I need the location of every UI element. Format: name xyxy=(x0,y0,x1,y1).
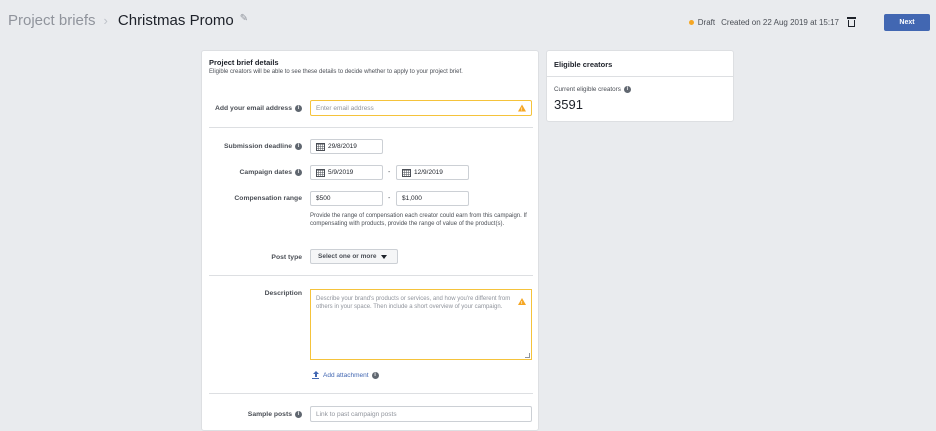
add-attachment-label: Add attachment xyxy=(323,371,369,379)
post-type-label: Post type xyxy=(271,254,302,261)
sample-posts-label-text: Sample posts xyxy=(247,411,292,418)
breadcrumb-project-briefs[interactable]: Project briefs xyxy=(8,12,96,29)
status-area: Draft Created on 22 Aug 2019 at 15:17 xyxy=(688,17,856,27)
calendar-icon xyxy=(316,168,325,177)
divider xyxy=(209,127,533,128)
page-title: Christmas Promo xyxy=(117,12,234,29)
warning-icon: ! xyxy=(518,104,526,112)
campaign-start-field[interactable]: 5/9/2019 xyxy=(310,165,383,180)
top-bar: Project briefs › Christmas Promo ✎ Draft… xyxy=(0,0,936,42)
deadline-label: Submission deadline i xyxy=(224,143,302,150)
divider xyxy=(209,393,533,394)
divider xyxy=(209,275,533,276)
sample-posts-placeholder: Link to past campaign posts xyxy=(316,410,397,418)
description-label-text: Description xyxy=(264,290,302,297)
eligible-creators-title: Eligible creators xyxy=(554,60,613,69)
date-range-separator: - xyxy=(388,169,391,176)
compensation-label: Compensation range xyxy=(234,195,302,202)
created-timestamp: Created on 22 Aug 2019 at 15:17 xyxy=(721,17,839,27)
compensation-max-field[interactable]: $1,000 xyxy=(396,191,469,206)
info-icon[interactable]: i xyxy=(295,169,302,176)
eligible-creators-count: 3591 xyxy=(554,97,583,112)
compensation-help-text: Provide the range of compensation each c… xyxy=(310,213,527,228)
campaign-end-field[interactable]: 12/9/2019 xyxy=(396,165,469,180)
deadline-date-field[interactable]: 29/8/2019 xyxy=(310,139,383,154)
deadline-label-text: Submission deadline xyxy=(224,143,292,150)
info-icon[interactable]: i xyxy=(295,105,302,112)
email-field[interactable]: Enter email address ! xyxy=(310,100,532,116)
trash-icon[interactable] xyxy=(847,17,856,27)
status-dot-icon xyxy=(688,19,694,25)
caret-down-icon xyxy=(380,254,387,259)
pencil-icon[interactable]: ✎ xyxy=(240,13,248,24)
compensation-max-value: $1,000 xyxy=(402,195,422,202)
breadcrumb: Project briefs › Christmas Promo ✎ xyxy=(8,12,248,29)
campaign-dates-label: Campaign dates i xyxy=(239,169,302,176)
info-icon[interactable]: i xyxy=(623,86,631,93)
description-textarea[interactable]: Describe your brand's products or servic… xyxy=(310,289,532,360)
description-placeholder: Describe your brand's products or servic… xyxy=(316,296,511,311)
email-placeholder: Enter email address xyxy=(316,104,374,112)
eligible-creators-label: Current eligible creators i xyxy=(554,86,631,93)
campaign-end-value: 12/9/2019 xyxy=(414,169,443,176)
calendar-icon xyxy=(402,168,411,177)
info-icon[interactable]: i xyxy=(295,411,302,418)
campaign-start-value: 5/9/2019 xyxy=(328,169,354,176)
campaign-dates-label-text: Campaign dates xyxy=(239,169,293,176)
project-brief-card: Project brief details Eligible creators … xyxy=(201,50,539,431)
info-icon[interactable]: i xyxy=(371,371,379,379)
compensation-min-field[interactable]: $500 xyxy=(310,191,383,206)
eligible-creators-label-text: Current eligible creators xyxy=(554,86,621,93)
card-title: Project brief details xyxy=(209,58,279,67)
info-icon[interactable]: i xyxy=(295,143,302,150)
post-type-select[interactable]: Select one or more xyxy=(310,249,398,264)
status-badge: Draft xyxy=(697,17,716,27)
card-subtitle: Eligible creators will be able to see th… xyxy=(209,69,463,75)
description-label: Description xyxy=(265,290,302,297)
next-button[interactable]: Next xyxy=(884,14,930,31)
compensation-label-text: Compensation range xyxy=(234,195,302,202)
warning-icon: ! xyxy=(518,298,526,305)
sample-posts-field[interactable]: Link to past campaign posts xyxy=(310,406,532,422)
add-attachment-link[interactable]: Add attachment i xyxy=(312,371,379,380)
email-label: Add your email address i xyxy=(215,105,302,112)
card-header: Project brief details Eligible creators … xyxy=(209,58,463,75)
sample-posts-label: Sample posts i xyxy=(248,411,302,418)
resize-handle-icon[interactable] xyxy=(525,353,530,358)
compensation-min-value: $500 xyxy=(316,195,331,202)
upload-icon xyxy=(312,371,319,380)
post-type-select-label: Select one or more xyxy=(318,253,377,260)
post-type-label-text: Post type xyxy=(271,254,302,261)
divider xyxy=(547,76,733,77)
compensation-range-separator: - xyxy=(388,195,391,202)
email-label-text: Add your email address xyxy=(214,105,292,112)
eligible-creators-card: Eligible creators Current eligible creat… xyxy=(546,50,734,122)
breadcrumb-separator: › xyxy=(103,13,108,28)
calendar-icon xyxy=(316,142,325,151)
deadline-value: 29/8/2019 xyxy=(328,143,357,150)
